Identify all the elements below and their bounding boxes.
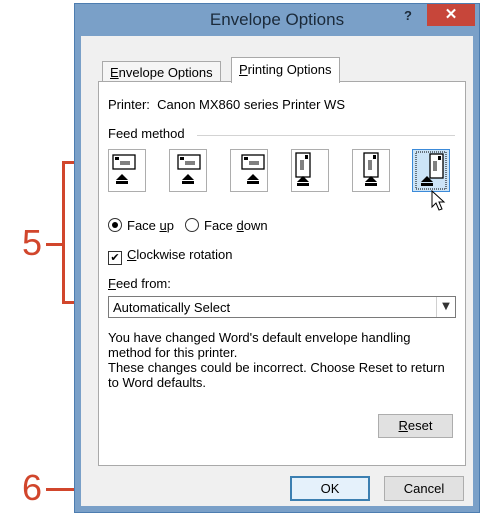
chevron-down-icon[interactable]: ▼ [436,297,455,317]
feed-method-divider [197,135,455,136]
title-bar: Envelope Options ? ✕ [75,4,479,36]
callout-5-bracket-vertical [62,161,65,304]
printer-name: Canon MX860 series Printer WS [157,97,345,112]
feed-vertical-left-button[interactable] [291,149,329,192]
envelope-feed-icon [415,151,447,190]
dialog-client-area: Envelope Options Printing Options Printe… [81,36,473,506]
ok-button[interactable]: OK [290,476,370,501]
feed-horizontal-right-button[interactable] [230,149,268,192]
feed-vertical-right-button[interactable] [412,149,450,192]
reset-button[interactable]: Reset [378,414,453,438]
face-down-radio[interactable] [185,218,199,232]
feed-method-label: Feed method [108,126,185,141]
envelope-handling-message: You have changed Word's default envelope… [108,330,445,390]
mouse-pointer-icon [431,190,446,211]
feed-from-dropdown[interactable]: Automatically Select ▼ [108,296,456,318]
envelope-feed-icon [363,152,379,186]
callout-5: 5 [22,222,43,263]
envelope-feed-icon [177,154,201,184]
feed-horizontal-left-button[interactable] [108,149,146,192]
envelope-feed-icon [241,154,265,184]
tab-envelope-options[interactable]: Envelope Options [102,61,221,82]
callout-6: 6 [22,467,43,508]
feed-from-value: Automatically Select [113,300,231,315]
face-down-option[interactable]: Face down [185,218,268,233]
feed-horizontal-center-button[interactable] [169,149,207,192]
close-button[interactable]: ✕ [427,4,475,26]
envelope-options-dialog: Envelope Options ? ✕ Envelope Options Pr… [74,3,480,513]
tab-printing-options[interactable]: Printing Options [231,57,340,83]
envelope-feed-icon [112,154,136,184]
help-button[interactable]: ? [395,5,421,27]
clockwise-rotation-checkbox[interactable]: ✔ [108,251,122,265]
envelope-feed-icon [295,152,311,186]
printing-options-pane: Printer: Canon MX860 series Printer WS F… [98,81,466,466]
clockwise-rotation-option[interactable]: ✔ Clockwise rotation [108,247,233,265]
printer-info: Printer: Canon MX860 series Printer WS [108,97,345,112]
cancel-button[interactable]: Cancel [384,476,464,501]
feed-from-label: Feed from: [108,276,171,291]
face-up-radio[interactable] [108,218,122,232]
face-up-option[interactable]: Face up [108,218,174,233]
feed-vertical-center-button[interactable] [352,149,390,192]
